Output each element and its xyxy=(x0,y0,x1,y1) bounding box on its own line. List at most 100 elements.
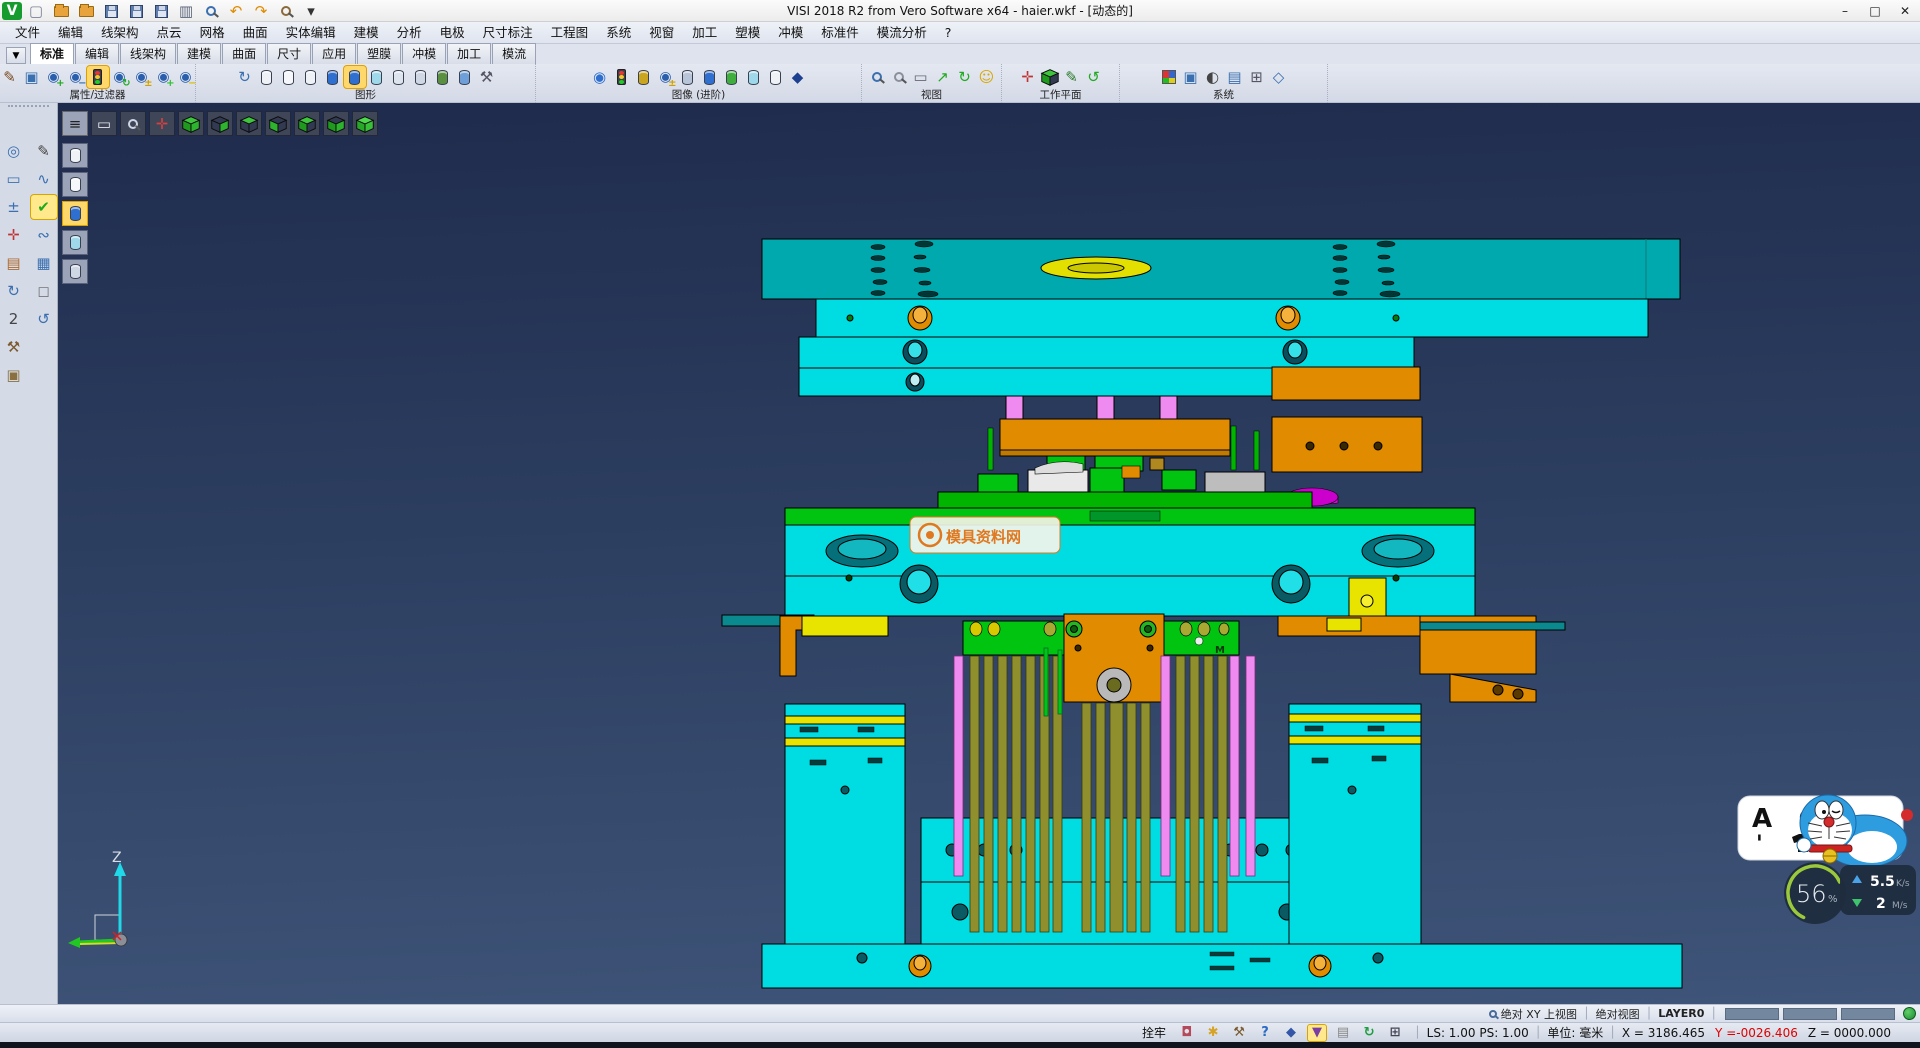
hidden-line-view-icon[interactable] xyxy=(278,66,300,88)
cpl-edit-icon[interactable]: ✎ xyxy=(1061,66,1083,88)
plane-grid-icon[interactable]: ▦ xyxy=(31,251,57,275)
window-grid-icon[interactable]: ⊞ xyxy=(1386,1025,1404,1041)
cpl-align-icon[interactable]: ↺ xyxy=(1083,66,1105,88)
view-mode-label[interactable]: 绝对 XY 上视图 xyxy=(1501,1006,1577,1022)
menu-item-8[interactable]: 建模 xyxy=(345,22,388,43)
refresh-icon[interactable]: ↻ xyxy=(1,279,27,303)
minimize-button[interactable]: – xyxy=(1830,0,1860,22)
menu-item-2[interactable]: 编辑 xyxy=(49,22,92,43)
dashed-view-icon[interactable] xyxy=(300,66,322,88)
color-swatch-3[interactable] xyxy=(1841,1008,1895,1020)
menu-item-11[interactable]: 尺寸标注 xyxy=(474,22,542,43)
solid-cube-icon[interactable]: ◻ xyxy=(31,279,57,303)
fit-view-icon[interactable]: ▭ xyxy=(91,111,117,136)
axis-view-icon[interactable]: ✛ xyxy=(149,111,175,136)
pan-view-icon[interactable]: ▭ xyxy=(910,66,932,88)
hide-entities-icon[interactable]: ◉− xyxy=(65,66,87,88)
color-swatch-1[interactable] xyxy=(1725,1008,1779,1020)
selection-frame-icon[interactable]: ▭ xyxy=(1,167,27,191)
snap-gift-icon[interactable]: ◆ xyxy=(1282,1025,1300,1041)
refresh-visibility-icon[interactable]: ◉↻ xyxy=(109,66,131,88)
menu-item-13[interactable]: 系统 xyxy=(597,22,640,43)
net-speed-pill[interactable]: 5.5 K/s 2 M/s xyxy=(1840,865,1916,915)
menu-item-16[interactable]: 塑模 xyxy=(726,22,769,43)
zoom-extents-icon[interactable] xyxy=(888,66,910,88)
maximize-button[interactable]: □ xyxy=(1860,0,1890,22)
cpl-axis-icon[interactable]: ✛ xyxy=(1017,66,1039,88)
menu-item-15[interactable]: 加工 xyxy=(683,22,726,43)
menu-item-1[interactable]: 文件 xyxy=(6,22,49,43)
view-cube-top-icon[interactable] xyxy=(236,111,262,136)
3d-viewport[interactable]: M xyxy=(58,103,1920,1004)
menu-item-7[interactable]: 实体编辑 xyxy=(277,22,345,43)
visibility-filter-icon[interactable] xyxy=(87,66,109,88)
workplane-view-icon[interactable]: ◇ xyxy=(1268,66,1290,88)
view-cube-bottom-icon[interactable] xyxy=(207,111,233,136)
absolute-view-label[interactable]: 绝对视图 xyxy=(1596,1006,1640,1022)
advanced-shading-icon[interactable]: ◉ xyxy=(589,66,611,88)
menu-item-12[interactable]: 工程图 xyxy=(542,22,598,43)
tab-尺寸[interactable]: 尺寸 xyxy=(267,43,311,64)
move-axis-icon[interactable]: ✛ xyxy=(1,223,27,247)
materials-icon[interactable] xyxy=(633,66,655,88)
tool-hammer-icon[interactable]: ⚒ xyxy=(1230,1025,1248,1041)
render-barrel-icon[interactable] xyxy=(432,66,454,88)
tab-冲模[interactable]: 冲模 xyxy=(402,43,446,64)
tab-编辑[interactable]: 编辑 xyxy=(75,43,119,64)
menu-item-4[interactable]: 点云 xyxy=(148,22,191,43)
grid-icon[interactable]: ⊞ xyxy=(1246,66,1268,88)
toggle-advanced-icon[interactable]: ◉± xyxy=(655,66,677,88)
rotate-view-icon[interactable]: ↗ xyxy=(932,66,954,88)
tab-应用[interactable]: 应用 xyxy=(312,43,356,64)
strip-mesh-icon[interactable] xyxy=(62,259,88,284)
view-options-icon[interactable]: ☺ xyxy=(976,66,998,88)
verify-solid-icon[interactable] xyxy=(721,66,743,88)
show-entities-icon[interactable]: ◉+ xyxy=(43,66,65,88)
auto-rotate-icon[interactable]: ↻ xyxy=(1360,1025,1378,1041)
menu-item-18[interactable]: 标准件 xyxy=(812,22,868,43)
globe-status-icon[interactable] xyxy=(1903,1007,1916,1020)
menu-item-5[interactable]: 网格 xyxy=(191,22,234,43)
flat-view-icon[interactable] xyxy=(388,66,410,88)
show-all-icon[interactable]: ◉+ xyxy=(153,66,175,88)
cpl-cube-icon[interactable] xyxy=(1039,66,1061,88)
view-cube-left-icon[interactable] xyxy=(265,111,291,136)
menu-item-10[interactable]: 电极 xyxy=(431,22,474,43)
sketch-edit-icon[interactable]: ✎ xyxy=(31,139,57,163)
tab-塑膜[interactable]: 塑膜 xyxy=(357,43,401,64)
tab-加工[interactable]: 加工 xyxy=(447,43,491,64)
edit-2d-icon[interactable]: 2 xyxy=(1,307,27,331)
lock-label[interactable]: 拴牢 xyxy=(1142,1024,1166,1041)
blank-slot[interactable] xyxy=(31,335,57,359)
transparent-view-icon[interactable] xyxy=(366,66,388,88)
tab-线架构[interactable]: 线架构 xyxy=(120,43,176,64)
solid-quality-icon[interactable] xyxy=(699,66,721,88)
menu-item-19[interactable]: 模流分析 xyxy=(868,22,936,43)
magic-wand-icon[interactable]: ✱ xyxy=(1204,1025,1222,1041)
copy-attributes-icon[interactable]: ▣ xyxy=(21,66,43,88)
sidebar-grip[interactable] xyxy=(8,105,49,113)
zoom-window-icon[interactable] xyxy=(866,66,888,88)
zoom-plusminus-icon[interactable]: ± xyxy=(1,195,27,219)
tab-dropdown-button[interactable]: ▼ xyxy=(6,47,26,64)
cpl-indicator-icon[interactable]: ▼ xyxy=(1308,1025,1326,1041)
texture-icon[interactable] xyxy=(677,66,699,88)
shaded-edges-view-icon[interactable] xyxy=(344,66,366,88)
transparency-icon[interactable] xyxy=(743,66,765,88)
tab-曲面[interactable]: 曲面 xyxy=(222,43,266,64)
curve-edit-icon[interactable]: ∿ xyxy=(31,167,57,191)
snapshot-icon[interactable]: ◘ xyxy=(1178,1025,1196,1041)
tab-建模[interactable]: 建模 xyxy=(177,43,221,64)
strip-wireframe-icon[interactable] xyxy=(62,143,88,168)
help-icon[interactable]: ? xyxy=(1256,1025,1274,1041)
wireframe-view-icon[interactable] xyxy=(256,66,278,88)
spline-icon[interactable]: ∾ xyxy=(31,223,57,247)
menu-item-14[interactable]: 视窗 xyxy=(640,22,683,43)
view-cube-shaded-icon[interactable] xyxy=(178,111,204,136)
menu-item-17[interactable]: 冲模 xyxy=(769,22,812,43)
prism-icon[interactable]: ◆ xyxy=(787,66,809,88)
graphics-settings-icon[interactable]: ⚒ xyxy=(476,66,498,88)
view-cube-right-icon[interactable] xyxy=(294,111,320,136)
hide-all-icon[interactable]: ◉− xyxy=(175,66,197,88)
zoom-view-icon[interactable] xyxy=(120,111,146,136)
